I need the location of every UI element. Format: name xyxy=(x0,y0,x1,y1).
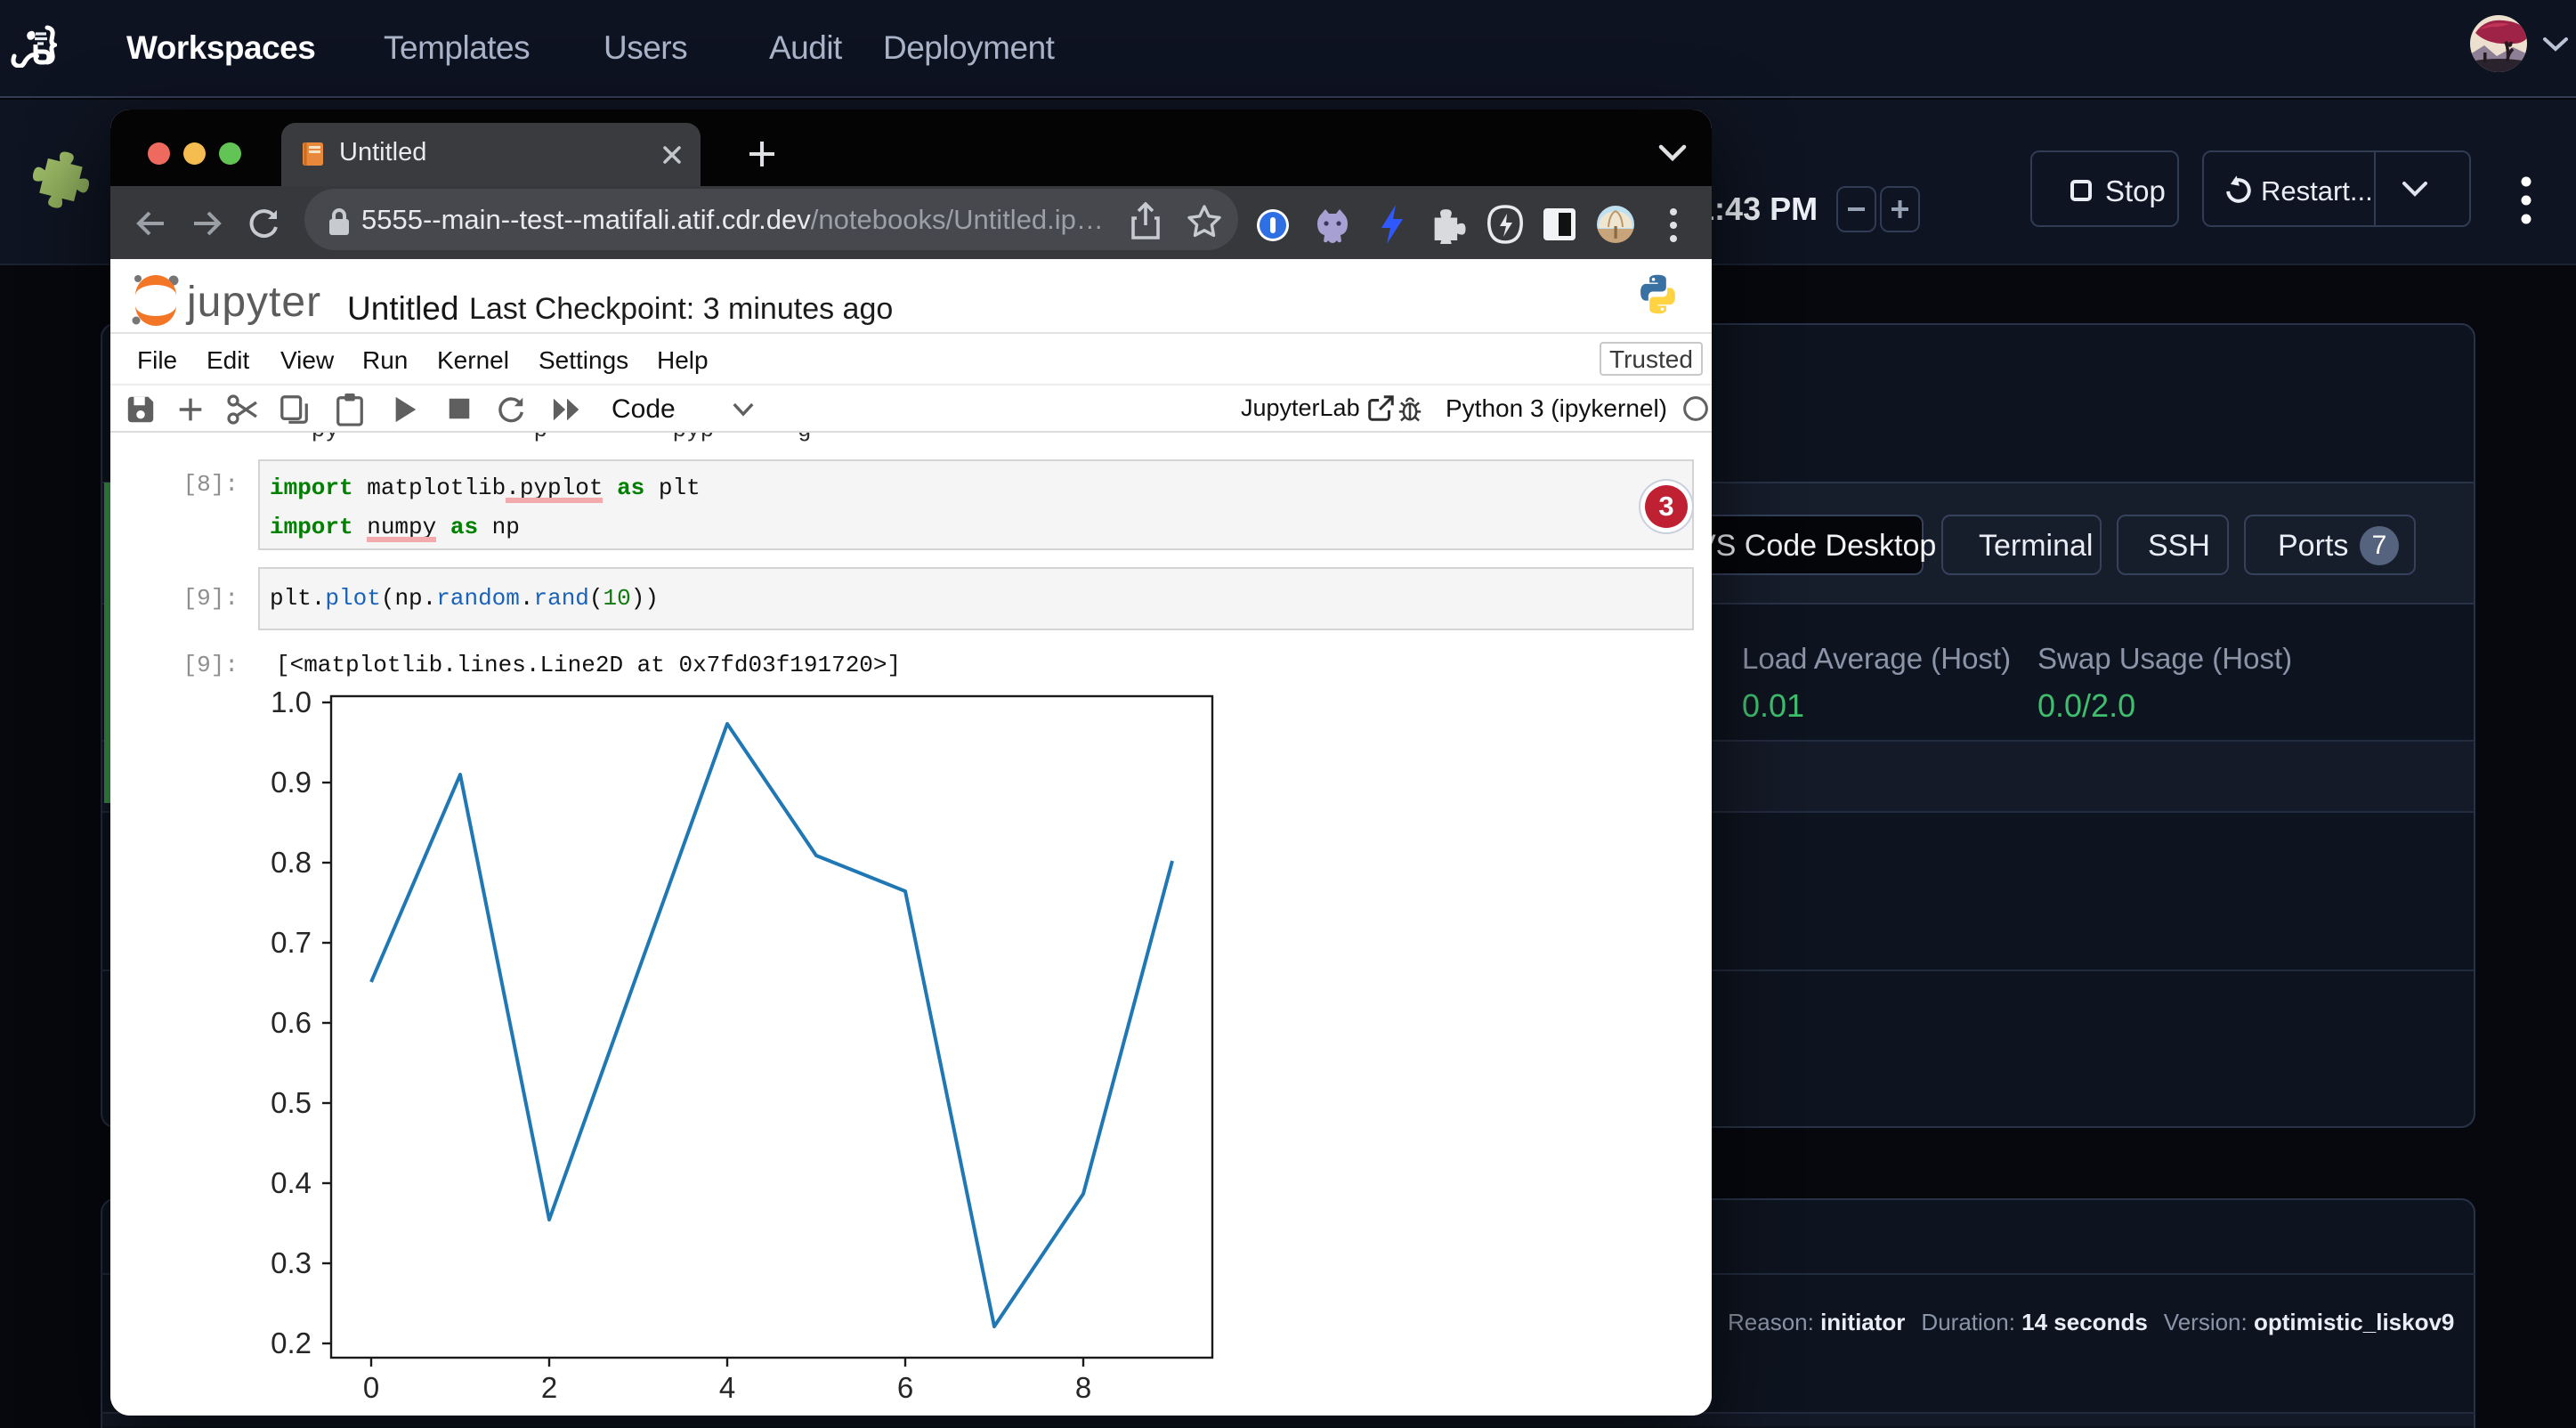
svg-text:0.9: 0.9 xyxy=(271,766,312,799)
svg-text:8: 8 xyxy=(1075,1371,1091,1404)
svg-text:0.6: 0.6 xyxy=(271,1006,312,1039)
svg-text:0.4: 0.4 xyxy=(271,1166,312,1199)
svg-text:0.3: 0.3 xyxy=(271,1246,312,1279)
svg-text:0.2: 0.2 xyxy=(271,1327,312,1359)
svg-text:4: 4 xyxy=(719,1371,735,1404)
svg-text:1.0: 1.0 xyxy=(271,686,312,718)
svg-text:0.5: 0.5 xyxy=(271,1086,312,1119)
svg-text:6: 6 xyxy=(897,1371,913,1404)
svg-text:0: 0 xyxy=(363,1371,379,1404)
svg-text:0.8: 0.8 xyxy=(271,846,312,879)
svg-text:0.7: 0.7 xyxy=(271,926,312,959)
svg-text:2: 2 xyxy=(541,1371,557,1404)
